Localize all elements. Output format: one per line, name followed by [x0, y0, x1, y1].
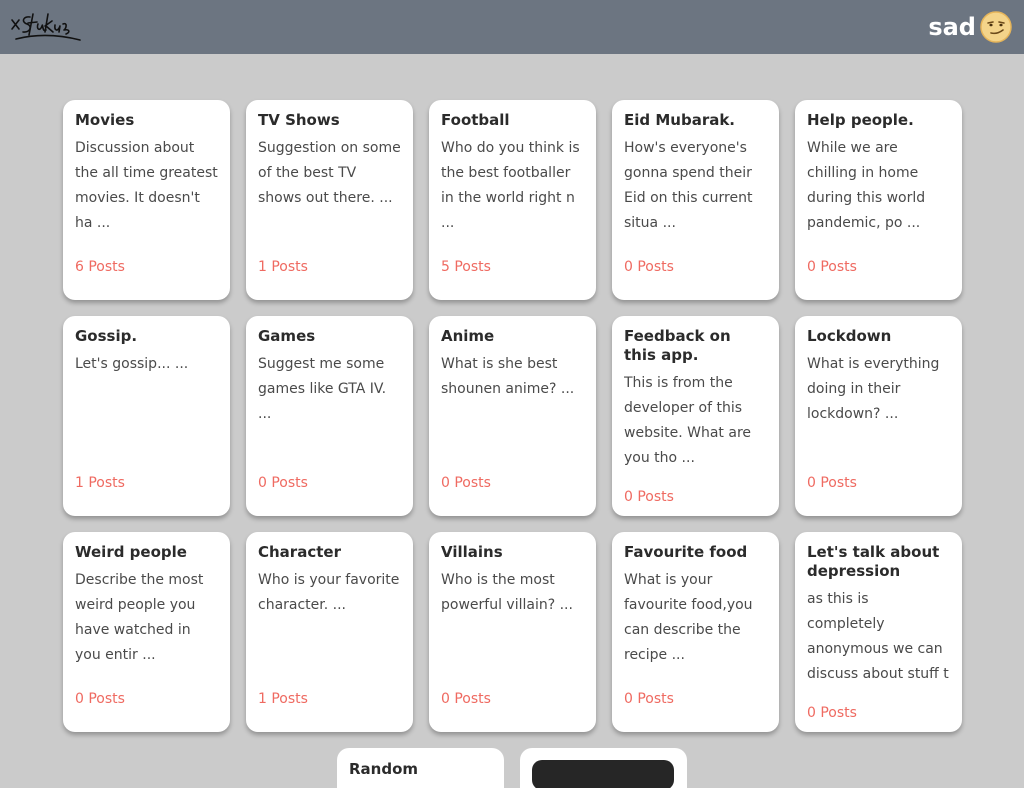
top-bar: sad: [0, 0, 1024, 54]
username[interactable]: sad: [928, 13, 976, 41]
topic-title[interactable]: Eid Mubarak.: [624, 111, 767, 130]
topic-card[interactable]: Gossip. Let's gossip... ... 1 Posts: [63, 316, 230, 516]
topic-title[interactable]: Gossip.: [75, 327, 218, 346]
topic-card[interactable]: Eid Mubarak. How's everyone's gonna spen…: [612, 100, 779, 300]
topic-description: Describe the most weird people you have …: [75, 572, 204, 663]
topic-post-count: 0 Posts: [441, 691, 491, 707]
topic-post-count: 0 Posts: [807, 259, 857, 275]
topic-title[interactable]: Help people.: [807, 111, 950, 130]
topic-description: Discussion about the all time greatest m…: [75, 140, 218, 231]
smirk-face-icon[interactable]: [980, 11, 1012, 43]
topic-card[interactable]: Character Who is your favorite character…: [246, 532, 413, 732]
topic-description: What is your favourite food,you can desc…: [624, 572, 753, 663]
topic-grid: Movies Discussion about the all time gre…: [63, 100, 962, 732]
topic-description: Let's gossip... ...: [75, 356, 189, 372]
topic-title[interactable]: Favourite food: [624, 543, 767, 562]
topic-card[interactable]: Movies Discussion about the all time gre…: [63, 100, 230, 300]
topic-post-count: 0 Posts: [624, 489, 674, 505]
topic-post-count: 0 Posts: [75, 691, 125, 707]
random-title[interactable]: Random: [349, 760, 492, 779]
topic-post-count: 5 Posts: [441, 259, 491, 275]
topic-description: Who is the most powerful villain? ...: [441, 572, 573, 613]
topic-post-count: 0 Posts: [807, 705, 857, 721]
topic-card[interactable]: TV Shows Suggestion on some of the best …: [246, 100, 413, 300]
topic-title[interactable]: Football: [441, 111, 584, 130]
topic-card[interactable]: Football Who do you think is the best fo…: [429, 100, 596, 300]
topic-title[interactable]: Movies: [75, 111, 218, 130]
topic-title[interactable]: TV Shows: [258, 111, 401, 130]
topic-title[interactable]: Villains: [441, 543, 584, 562]
topic-description: Who is your favorite character. ...: [258, 572, 400, 613]
topic-title[interactable]: Let's talk about depression: [807, 543, 950, 581]
topic-card[interactable]: Weird people Describe the most weird peo…: [63, 532, 230, 732]
topic-title[interactable]: Weird people: [75, 543, 218, 562]
topic-card[interactable]: Let's talk about depression as this is c…: [795, 532, 962, 732]
topic-post-count: 1 Posts: [75, 475, 125, 491]
topic-post-count: 1 Posts: [258, 691, 308, 707]
topic-description: While we are chilling in home during thi…: [807, 140, 926, 231]
topic-title[interactable]: Lockdown: [807, 327, 950, 346]
topic-description: Who do you think is the best footballer …: [441, 140, 580, 231]
topic-card[interactable]: Feedback on this app. This is from the d…: [612, 316, 779, 516]
topic-title[interactable]: Character: [258, 543, 401, 562]
topic-card[interactable]: Anime What is she best shounen anime? ..…: [429, 316, 596, 516]
topic-post-count: 0 Posts: [258, 475, 308, 491]
topic-card[interactable]: Games Suggest me some games like GTA IV.…: [246, 316, 413, 516]
site-logo[interactable]: [8, 8, 84, 46]
random-card[interactable]: Random: [337, 748, 504, 788]
topic-post-count: 6 Posts: [75, 259, 125, 275]
topic-post-count: 0 Posts: [807, 475, 857, 491]
topic-description: How's everyone's gonna spend their Eid o…: [624, 140, 753, 231]
topic-description: What is she best shounen anime? ...: [441, 356, 575, 397]
topic-title[interactable]: Feedback on this app.: [624, 327, 767, 365]
user-menu[interactable]: sad: [928, 9, 1012, 45]
topic-card[interactable]: Favourite food What is your favourite fo…: [612, 532, 779, 732]
topic-card[interactable]: Help people. While we are chilling in ho…: [795, 100, 962, 300]
bottom-row: Random: [337, 748, 687, 788]
topic-post-count: 0 Posts: [624, 691, 674, 707]
topic-post-count: 0 Posts: [624, 259, 674, 275]
topic-title[interactable]: Games: [258, 327, 401, 346]
topic-description: This is from the developer of this websi…: [624, 375, 752, 466]
topic-description: Suggest me some games like GTA IV. ...: [258, 356, 387, 422]
topic-card[interactable]: Villains Who is the most powerful villai…: [429, 532, 596, 732]
action-button[interactable]: [532, 760, 674, 788]
topic-description: Suggestion on some of the best TV shows …: [258, 140, 401, 206]
topic-post-count: 1 Posts: [258, 259, 308, 275]
topic-post-count: 0 Posts: [441, 475, 491, 491]
action-card: [520, 748, 687, 788]
topic-description: What is everything doing in their lockdo…: [807, 356, 940, 422]
topic-description: as this is completely anonymous we can d…: [807, 591, 949, 700]
topic-card[interactable]: Lockdown What is everything doing in the…: [795, 316, 962, 516]
topic-title[interactable]: Anime: [441, 327, 584, 346]
